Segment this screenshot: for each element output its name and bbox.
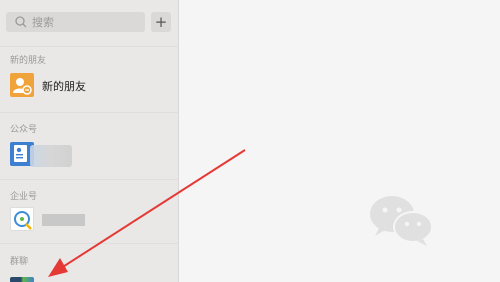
add-friend-icon — [10, 73, 34, 97]
contact-name: 新的朋友 — [42, 80, 86, 93]
wechat-logo-icon — [367, 190, 437, 250]
section-header-new-friends: 新的朋友 — [10, 56, 47, 66]
contact-item-new-friends[interactable]: 新的朋友 — [0, 66, 178, 106]
search-row: 搜索 + — [6, 12, 174, 32]
section-header-group-chats: 群聊 — [10, 257, 29, 267]
add-button[interactable]: + — [151, 12, 171, 32]
main-panel — [180, 0, 500, 282]
contact-item-group-chat[interactable] — [0, 270, 178, 282]
search-placeholder: 搜索 — [32, 16, 54, 29]
search-input[interactable]: 搜索 — [6, 12, 145, 32]
divider — [0, 46, 178, 47]
divider — [0, 179, 178, 180]
search-icon — [14, 15, 28, 29]
blurred-contact-name — [30, 145, 72, 167]
divider — [0, 112, 178, 113]
section-header-official-accounts: 公众号 — [10, 125, 38, 135]
group-avatar — [10, 277, 34, 282]
contacts-sidebar: 搜索 + 新的朋友 新的朋友 公众号 企业号 群聊 — [0, 0, 179, 282]
divider — [0, 243, 178, 244]
contact-item-enterprise-account[interactable] — [0, 200, 178, 240]
contact-item-official-account[interactable] — [0, 135, 178, 175]
enterprise-account-icon — [10, 207, 34, 231]
blurred-contact-name — [42, 214, 85, 226]
